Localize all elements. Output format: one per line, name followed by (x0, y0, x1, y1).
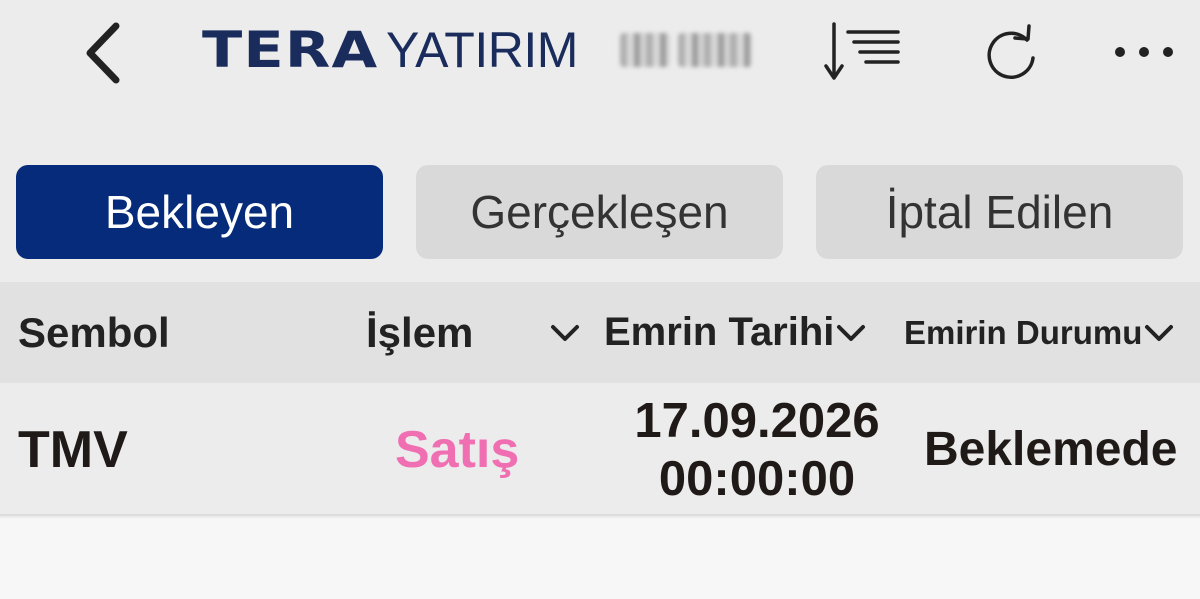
row-process: Satış (395, 420, 520, 479)
refresh-icon (987, 24, 1035, 79)
tab-cancelled[interactable]: İptal Edilen (816, 165, 1183, 259)
tab-completed[interactable]: Gerçekleşen (416, 165, 783, 259)
sort-descending-icon (824, 22, 900, 80)
chevron-down-icon (1145, 324, 1174, 341)
chevron-down-icon (551, 324, 579, 341)
row-order-date: 17.09.2026 00:00:00 (612, 383, 902, 516)
tab-pending[interactable]: Bekleyen (16, 165, 383, 259)
sort-button[interactable] (820, 18, 900, 88)
table-header: Sembol İşlem Emrin Tarihi Emirin Durumu (0, 282, 1200, 383)
account-number-redacted (620, 30, 760, 70)
column-header-process: İşlem (366, 308, 474, 356)
more-options-button[interactable] (1110, 18, 1182, 88)
row-date: 17.09.2026 (634, 393, 880, 448)
brand-name-secondary: YATIRIM (386, 22, 578, 78)
column-header-order-date[interactable]: Emrin Tarihi (604, 282, 868, 383)
row-time: 00:00:00 (658, 451, 856, 506)
app-header: TERA YATIRIM (0, 0, 1200, 110)
order-date-label: Emrin Tarihi (604, 310, 835, 354)
row-symbol: TMV (18, 420, 128, 479)
chevron-down-icon (837, 324, 866, 341)
order-status-label: Emirin Durumu (904, 313, 1143, 351)
brand-name-primary: TERA (202, 21, 379, 79)
refresh-button[interactable] (975, 18, 1047, 88)
brand-logo: TERA YATIRIM (202, 18, 578, 82)
order-status-tabs: Bekleyen Gerçekleşen İptal Edilen (0, 165, 1200, 261)
empty-list-area (0, 518, 1200, 599)
process-filter-dropdown[interactable] (548, 282, 584, 383)
table-row[interactable]: TMV Satış 17.09.2026 00:00:00 Beklemede (0, 383, 1200, 516)
chevron-left-icon (86, 22, 120, 84)
column-header-symbol: Sembol (18, 308, 170, 356)
back-button[interactable] (72, 18, 136, 88)
column-header-order-status[interactable]: Emirin Durumu (904, 282, 1176, 383)
more-horizontal-icon (1115, 47, 1173, 57)
row-status: Beklemede (924, 423, 1178, 476)
